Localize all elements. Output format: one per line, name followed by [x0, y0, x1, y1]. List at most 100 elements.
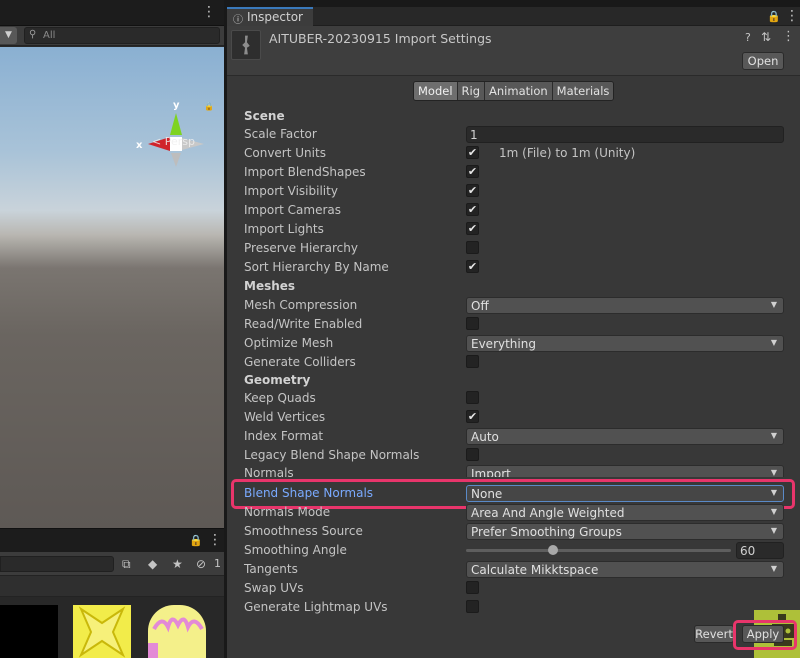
gizmo-lock-icon[interactable]: 🔒: [204, 102, 214, 111]
normals-mode-dropdown[interactable]: Area And Angle Weighted ▼: [466, 504, 784, 521]
search-icon: ⚲: [29, 29, 37, 40]
scale-factor-input[interactable]: 1: [466, 126, 784, 143]
import-cameras-checkbox[interactable]: ✔: [466, 203, 479, 216]
slider-handle[interactable]: [548, 545, 559, 555]
smoothing-angle-slider[interactable]: [466, 549, 731, 552]
mesh-compression-dropdown[interactable]: Off ▼: [466, 297, 784, 314]
asset-thumbnail[interactable]: [148, 605, 206, 658]
kebab-menu-icon[interactable]: ⋮: [785, 8, 799, 24]
generate-colliders-checkbox[interactable]: [466, 355, 479, 368]
import-tabs: Model Rig Animation Materials: [413, 81, 615, 101]
row-tangents: Tangents Calculate Mikktspace ▼: [227, 560, 800, 579]
projection-toggle[interactable]: < Persp: [152, 135, 195, 148]
field-label: Import BlendShapes: [244, 165, 366, 179]
scene-search-input[interactable]: [43, 28, 213, 43]
kebab-menu-icon[interactable]: ⋮: [782, 29, 795, 44]
lock-icon[interactable]: 🔒: [189, 534, 203, 547]
help-icon[interactable]: ?: [745, 31, 751, 44]
index-format-dropdown[interactable]: Auto ▼: [466, 428, 784, 445]
inspector-tabbar: ⓘ Inspector 🔒 ⋮: [227, 7, 800, 26]
tab-rig[interactable]: Rig: [457, 82, 486, 100]
import-settings-header: AITUBER-20230915 Import Settings ? ⇅ ⋮ O…: [227, 26, 800, 76]
read-write-checkbox[interactable]: [466, 317, 479, 330]
model-asset-icon: [231, 30, 261, 60]
optimize-mesh-dropdown[interactable]: Everything ▼: [466, 335, 784, 352]
asset-title: AITUBER-20230915 Import Settings: [269, 31, 492, 46]
tab-materials[interactable]: Materials: [552, 82, 614, 100]
dropdown-value: Import: [471, 467, 511, 477]
preserve-hierarchy-checkbox[interactable]: [466, 241, 479, 254]
tangents-dropdown[interactable]: Calculate Mikktspace ▼: [466, 561, 784, 578]
info-icon: ⓘ: [233, 15, 243, 26]
asset-thumbnail[interactable]: [73, 605, 131, 658]
row-normals-mode: Normals Mode Area And Angle Weighted ▼: [227, 503, 800, 522]
gizmo-neg-y-axis[interactable]: [171, 153, 181, 167]
smoothing-angle-input[interactable]: 60: [736, 542, 784, 559]
field-label: Normals: [244, 466, 294, 477]
gizmo-y-label: y: [173, 100, 180, 111]
field-label: Scale Factor: [244, 127, 317, 141]
import-visibility-checkbox[interactable]: ✔: [466, 184, 479, 197]
tab-model[interactable]: Model: [414, 82, 458, 100]
legacy-blend-checkbox[interactable]: [466, 448, 479, 461]
field-label: Convert Units: [244, 146, 326, 160]
row-weld-vertices: Weld Vertices ✔: [227, 408, 800, 427]
section-meshes: Meshes: [227, 278, 800, 297]
smoothness-source-dropdown[interactable]: Prefer Smoothing Groups ▼: [466, 523, 784, 540]
field-label: Swap UVs: [244, 581, 304, 595]
field-label: Generate Colliders: [244, 355, 356, 369]
field-label: Import Cameras: [244, 203, 341, 217]
row-keep-quads: Keep Quads: [227, 389, 800, 408]
scene-viewport[interactable]: y x 🔒 < Persp: [0, 47, 224, 528]
chevron-down-icon: ▼: [770, 431, 777, 440]
field-label: Index Format: [244, 429, 324, 443]
swap-uvs-checkbox[interactable]: [466, 581, 479, 594]
scene-dropdown-button[interactable]: ▼: [0, 27, 17, 44]
convert-units-checkbox[interactable]: ✔: [466, 146, 479, 159]
section-heading: Geometry: [244, 373, 311, 387]
tab-animation[interactable]: Animation: [485, 82, 553, 100]
chevron-down-icon: ▼: [770, 338, 777, 347]
tab-inspector[interactable]: ⓘ Inspector: [227, 7, 313, 26]
field-label: Tangents: [244, 562, 298, 576]
dropdown-value: Calculate Mikktspace: [471, 563, 599, 577]
dropdown-value: Auto: [471, 430, 499, 444]
filter-icon[interactable]: ⧉: [122, 557, 131, 572]
row-scale-factor: Scale Factor 1: [227, 125, 800, 144]
row-optimize-mesh: Optimize Mesh Everything ▼: [227, 334, 800, 353]
lock-icon[interactable]: 🔒: [767, 10, 781, 23]
highlight-annotation: [733, 620, 797, 650]
asset-thumbnail[interactable]: [0, 605, 58, 658]
kebab-menu-icon[interactable]: ⋮: [208, 532, 222, 548]
scene-toolbar: ▼ ⚲: [0, 26, 224, 46]
project-panel: 🔒 ⋮ ⧉ ◆ ★ ⊘ 1: [0, 528, 224, 658]
weld-vertices-checkbox[interactable]: ✔: [466, 410, 479, 423]
star-icon[interactable]: ★: [172, 557, 183, 571]
kebab-menu-icon[interactable]: ⋮: [202, 5, 216, 19]
eye-slash-icon[interactable]: ⊘: [196, 557, 206, 571]
import-blendshapes-checkbox[interactable]: ✔: [466, 165, 479, 178]
generate-lightmap-uvs-checkbox[interactable]: [466, 600, 479, 613]
hidden-count: 1: [214, 557, 221, 570]
gizmo-y-axis[interactable]: [170, 113, 182, 135]
project-search-input[interactable]: [0, 556, 114, 572]
row-import-blendshapes: Import BlendShapes ✔: [227, 163, 800, 182]
field-label: Smoothness Source: [244, 524, 363, 538]
revert-button[interactable]: Revert: [694, 625, 734, 643]
row-index-format: Index Format Auto ▼: [227, 427, 800, 446]
open-button[interactable]: Open: [742, 52, 784, 70]
dropdown-value: Everything: [471, 337, 536, 351]
field-label: Smoothing Angle: [244, 543, 347, 557]
label-icon[interactable]: ◆: [148, 557, 157, 571]
scene-search-box[interactable]: ⚲: [24, 27, 220, 44]
preset-settings-icon[interactable]: ⇅: [761, 30, 771, 44]
chevron-down-icon: ▼: [770, 507, 777, 516]
normals-dropdown[interactable]: Import ▼: [466, 465, 784, 477]
import-lights-checkbox[interactable]: ✔: [466, 222, 479, 235]
sort-hierarchy-checkbox[interactable]: ✔: [466, 260, 479, 273]
inspector-panel: ⓘ Inspector 🔒 ⋮ AITUBER-20230915 Import …: [227, 0, 800, 658]
keep-quads-checkbox[interactable]: [466, 391, 479, 404]
row-preserve-hierarchy: Preserve Hierarchy: [227, 239, 800, 258]
scene-tabbar: ⋮: [0, 0, 224, 26]
row-generate-lightmap-uvs: Generate Lightmap UVs: [227, 598, 800, 617]
